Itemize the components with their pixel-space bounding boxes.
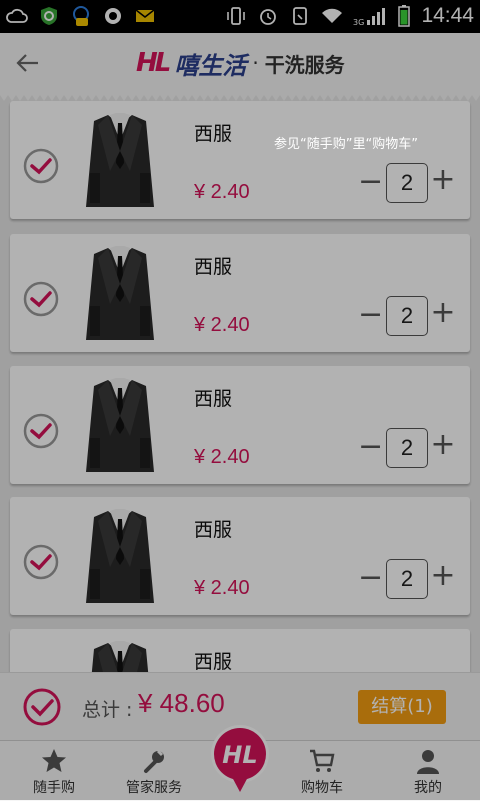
wifi-icon [321, 6, 343, 26]
tab-mine[interactable]: 我的 [380, 747, 476, 801]
total-value: ¥ 48.60 [138, 688, 225, 718]
mail-icon [134, 6, 156, 26]
quantity-field[interactable]: 2 [386, 163, 428, 203]
network-type: 3G [353, 18, 364, 26]
check-circle-icon[interactable] [22, 412, 60, 450]
user-icon [417, 750, 439, 774]
quantity-field[interactable]: 2 [386, 296, 428, 336]
cart-icon [310, 749, 335, 772]
increase-quantity-button[interactable]: + [430, 165, 456, 195]
item-name: 西服 [194, 519, 233, 541]
tab-cart[interactable]: 购物车 [274, 747, 370, 801]
back-button[interactable] [14, 49, 42, 77]
cart-item-list[interactable]: 西服 ¥ 2.40−2 + 西服 ¥ 2.40−2 + 西服 ¥ 2.40−2 + 西服 ¥ … [0, 100, 480, 672]
check-circle-icon[interactable] [22, 280, 60, 318]
brand-logo: HL 嘻生活 · 干洗服务 [136, 47, 345, 80]
cart-item-card[interactable]: 西服 ¥ 2.40 −2 + [10, 497, 470, 615]
tab-label: 我的 [414, 780, 442, 796]
check-circle-icon[interactable] [22, 543, 60, 581]
chat-app-icon [70, 6, 92, 26]
sim-icon [289, 6, 311, 26]
suit-image [86, 113, 154, 207]
shield-app-icon [38, 6, 60, 26]
tab-butler-service[interactable]: 管家服务 [106, 747, 202, 801]
increase-quantity-button[interactable]: + [430, 298, 456, 328]
decrease-quantity-button[interactable]: − [358, 167, 383, 197]
item-price: ¥ 2.40 [194, 314, 250, 336]
tab-label: 管家服务 [126, 780, 182, 796]
cloud-icon [6, 6, 28, 26]
quantity-field[interactable]: 2 [386, 559, 428, 599]
star-icon [42, 749, 66, 772]
check-circle-icon [23, 688, 61, 726]
tab-home-logo[interactable]: HL [210, 722, 270, 794]
total-label: 总计 : [82, 699, 133, 721]
increase-quantity-button[interactable]: + [430, 561, 456, 591]
decrease-quantity-button[interactable]: − [358, 300, 383, 330]
brand-separator: · [252, 51, 259, 75]
alarm-icon [257, 6, 279, 26]
battery-icon [397, 5, 411, 27]
signal-icon: 3G [353, 6, 387, 26]
clock: 14:44 [421, 4, 474, 27]
status-bar: 3G 14:44 [0, 0, 480, 33]
system-icons: 3G 14:44 [225, 4, 474, 28]
cart-item-card[interactable]: 西服 ¥ 2.40 −2 + [10, 101, 470, 219]
wrench-icon [144, 749, 164, 773]
browser-icon [102, 6, 124, 26]
notification-icons [6, 6, 156, 26]
item-name: 西服 [194, 256, 233, 278]
item-price: ¥ 2.40 [194, 577, 250, 599]
tab-label: 购物车 [301, 780, 343, 796]
suit-image [86, 509, 154, 603]
brand-name: 嘻生活 [174, 51, 247, 80]
suit-image [91, 641, 149, 672]
decrease-quantity-button[interactable]: − [358, 563, 383, 593]
cart-item-card[interactable]: 西服 ¥ 2.40 −2 + [10, 366, 470, 484]
item-name: 西服 [194, 651, 233, 672]
cart-item-card[interactable]: 西服 [10, 629, 470, 672]
item-name: 西服 [194, 123, 233, 145]
vibrate-icon [225, 6, 247, 26]
increase-quantity-button[interactable]: + [430, 430, 456, 460]
cart-item-card[interactable]: 西服 ¥ 2.40 −2 + [10, 234, 470, 352]
select-all-checkbox[interactable] [22, 687, 62, 727]
item-price: ¥ 2.40 [194, 446, 250, 468]
logo-mark: HL [136, 48, 171, 78]
overlay-hint: 参见“随手购”里“购物车” [274, 137, 418, 152]
decrease-quantity-button[interactable]: − [358, 432, 383, 462]
item-price: ¥ 2.40 [194, 181, 250, 203]
checkout-button[interactable]: 结算(1) [358, 690, 446, 724]
tab-shop[interactable]: 随手购 [6, 747, 102, 801]
center-logo-text: HL [222, 741, 257, 769]
arrow-left-icon [16, 54, 38, 72]
check-circle-icon[interactable] [22, 147, 60, 185]
tab-label: 随手购 [33, 780, 75, 796]
item-name: 西服 [194, 388, 233, 410]
page-title: 干洗服务 [264, 52, 345, 77]
quantity-field[interactable]: 2 [386, 428, 428, 468]
app-header: HL 嘻生活 · 干洗服务 [0, 33, 480, 93]
suit-image [86, 378, 154, 472]
suit-image [86, 246, 154, 340]
hl-logo-icon: HL [211, 725, 269, 792]
